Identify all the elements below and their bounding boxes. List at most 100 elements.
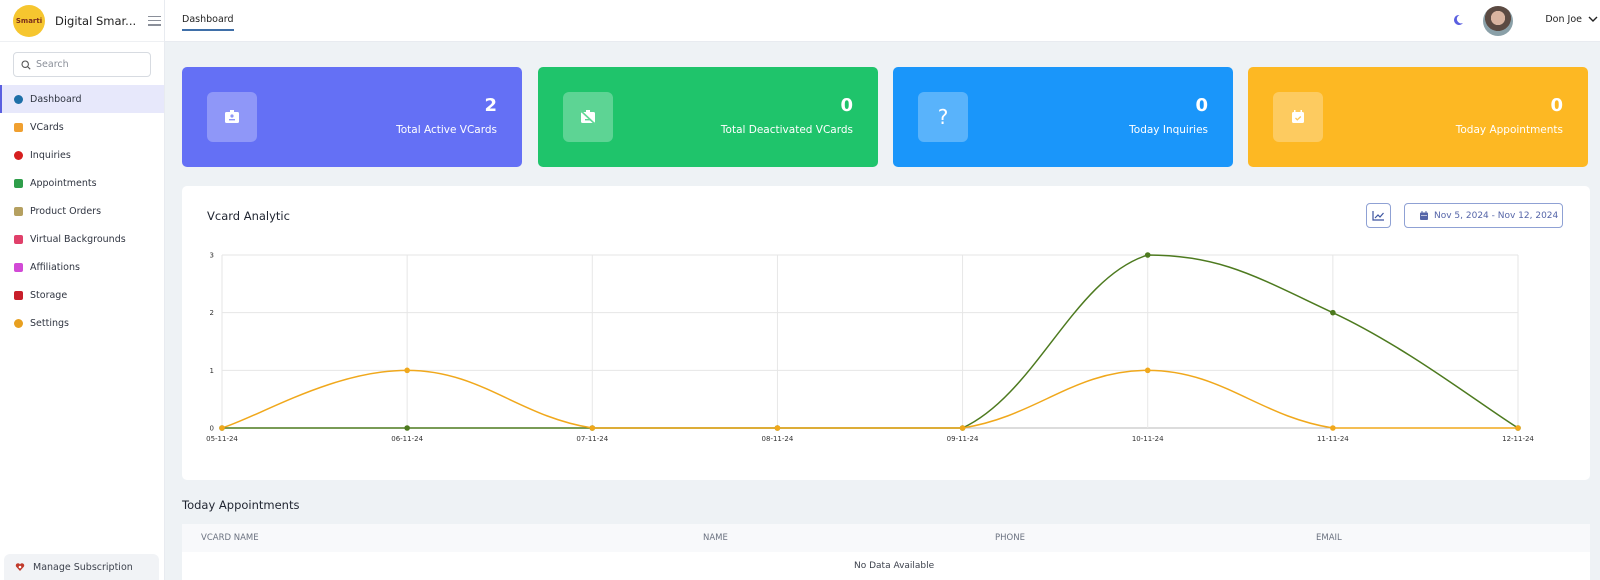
sidebar-item-product-orders[interactable]: Product Orders [0, 197, 164, 225]
vcard-analytic-panel: 0 1 2 3 05-11-24 06-11-24 07-11-24 08-11-24 09-1… [182, 186, 1590, 480]
question-icon: ? [918, 92, 968, 142]
stat-value: 0 [840, 95, 853, 116]
x-tick-label: 12-11-24 [1502, 435, 1534, 443]
vcard-analytic-chart: 0 1 2 3 05-11-24 06-11-24 07-11-24 08-11-24 09-1… [206, 252, 1534, 444]
sidebar-item-label: Storage [30, 289, 68, 301]
orange-series-point [589, 425, 596, 431]
manage-subscription-label: Manage Subscription [33, 561, 133, 573]
appointments-title: Today Appointments [182, 498, 300, 512]
calendar-check-icon [1273, 92, 1323, 142]
appointments-table: VCARD NAME NAME PHONE EMAIL No Data Avai… [182, 524, 1590, 580]
gear-icon [14, 318, 23, 328]
orange-series-point [1330, 425, 1336, 431]
x-tick-label: 08-11-24 [762, 435, 794, 443]
topbar: Dashboard Don Joe [165, 0, 1600, 42]
x-tick-label: 09-11-24 [947, 435, 979, 443]
date-range-picker[interactable]: Nov 5, 2024 - Nov 12, 2024 [1404, 203, 1563, 228]
search-input[interactable] [36, 59, 136, 70]
manage-subscription-button[interactable]: Manage Subscription [4, 554, 159, 580]
tab-dashboard[interactable]: Dashboard [182, 14, 234, 31]
orders-icon [14, 206, 23, 216]
stat-value: 0 [1550, 95, 1563, 116]
stat-label: Today Inquiries [1129, 124, 1208, 136]
sidebar-item-virtual-backgrounds[interactable]: Virtual Backgrounds [0, 225, 164, 253]
x-tick-label: 05-11-24 [206, 435, 238, 443]
stat-value: 2 [484, 95, 497, 116]
x-tick-label: 11-11-24 [1317, 435, 1349, 443]
background-icon [14, 234, 23, 244]
stat-label: Total Active VCards [396, 124, 497, 136]
y-tick-label: 2 [210, 309, 214, 317]
user-avatar[interactable] [1483, 6, 1513, 36]
green-series-point [404, 425, 410, 431]
sidebar-nav: Dashboard VCards Inquiries Appointments Prod… [0, 85, 164, 337]
sidebar-item-storage[interactable]: Storage [0, 281, 164, 309]
y-tick-label: 3 [210, 252, 214, 260]
x-tick-label: 06-11-24 [391, 435, 423, 443]
y-tick-label: 1 [210, 367, 214, 375]
orange-series-point [959, 425, 966, 431]
stat-card-deactivated-vcards[interactable]: 0 Total Deactivated VCards [538, 67, 878, 167]
column-header[interactable]: NAME [703, 533, 728, 543]
sidebar-item-appointments[interactable]: Appointments [0, 169, 164, 197]
id-badge-slash-icon [563, 92, 613, 142]
sidebar-item-settings[interactable]: Settings [0, 309, 164, 337]
stat-card-today-inquiries[interactable]: ? 0 Today Inquiries [893, 67, 1233, 167]
calendar-icon [1420, 211, 1428, 220]
orange-series-line [221, 369, 1518, 429]
x-tick-label: 10-11-24 [1132, 435, 1164, 443]
dashboard-icon [14, 94, 23, 104]
sidebar-item-label: Appointments [30, 177, 97, 189]
id-badge-icon [207, 92, 257, 142]
inquiry-icon [14, 150, 23, 160]
green-series-point [1330, 309, 1336, 316]
green-series-line [221, 254, 1519, 429]
user-name[interactable]: Don Joe [1545, 14, 1582, 25]
date-range-label: Nov 5, 2024 - Nov 12, 2024 [1434, 210, 1559, 221]
chevron-down-icon[interactable] [1588, 15, 1598, 23]
chart-type-button[interactable] [1366, 203, 1391, 228]
orange-series-point [774, 425, 781, 431]
sidebar-item-inquiries[interactable]: Inquiries [0, 141, 164, 169]
panel-title: Vcard Analytic [207, 209, 290, 223]
stat-value: 0 [1195, 95, 1208, 116]
stat-label: Today Appointments [1455, 124, 1563, 136]
orange-series-point [404, 367, 410, 374]
stat-card-active-vcards[interactable]: 2 Total Active VCards [182, 67, 522, 167]
table-header: VCARD NAME NAME PHONE EMAIL [182, 524, 1590, 552]
sidebar-item-vcards[interactable]: VCards [0, 113, 164, 141]
storage-icon [14, 290, 23, 300]
sidebar-item-label: Settings [30, 317, 69, 329]
calendar-icon [14, 178, 23, 188]
dark-mode-moon-icon[interactable] [1452, 14, 1464, 26]
sidebar: Smarti Digital Smar... Dashboard VCards In… [0, 0, 165, 580]
orange-series-point [1515, 425, 1521, 431]
x-tick-label: 07-11-24 [576, 435, 608, 443]
stat-card-today-appointments[interactable]: 0 Today Appointments [1248, 67, 1588, 167]
menu-toggle-icon[interactable] [148, 15, 162, 26]
line-chart-icon [1372, 211, 1384, 221]
orange-series-point [1144, 367, 1151, 374]
column-header[interactable]: EMAIL [1316, 533, 1342, 543]
brand-name: Digital Smar... [55, 13, 137, 28]
search-icon [21, 59, 31, 70]
sidebar-item-affiliations[interactable]: Affiliations [0, 253, 164, 281]
sidebar-item-label: Affiliations [30, 261, 80, 273]
column-header[interactable]: PHONE [995, 533, 1025, 543]
y-tick-label: 0 [210, 425, 214, 433]
affiliation-icon [14, 262, 23, 272]
subscription-icon [15, 563, 25, 571]
sidebar-item-label: Virtual Backgrounds [30, 233, 126, 245]
green-series-point [1144, 252, 1151, 258]
stat-label: Total Deactivated VCards [720, 124, 853, 136]
vcard-icon [14, 122, 23, 132]
sidebar-item-label: Dashboard [30, 93, 82, 105]
orange-series-point [219, 425, 225, 431]
empty-table-message: No Data Available [854, 561, 935, 571]
brand: Smarti Digital Smar... [0, 0, 164, 42]
search-box[interactable] [13, 52, 151, 77]
sidebar-item-label: VCards [30, 121, 64, 133]
brand-logo[interactable]: Smarti [13, 4, 45, 37]
sidebar-item-dashboard[interactable]: Dashboard [0, 85, 164, 113]
column-header[interactable]: VCARD NAME [201, 533, 259, 543]
